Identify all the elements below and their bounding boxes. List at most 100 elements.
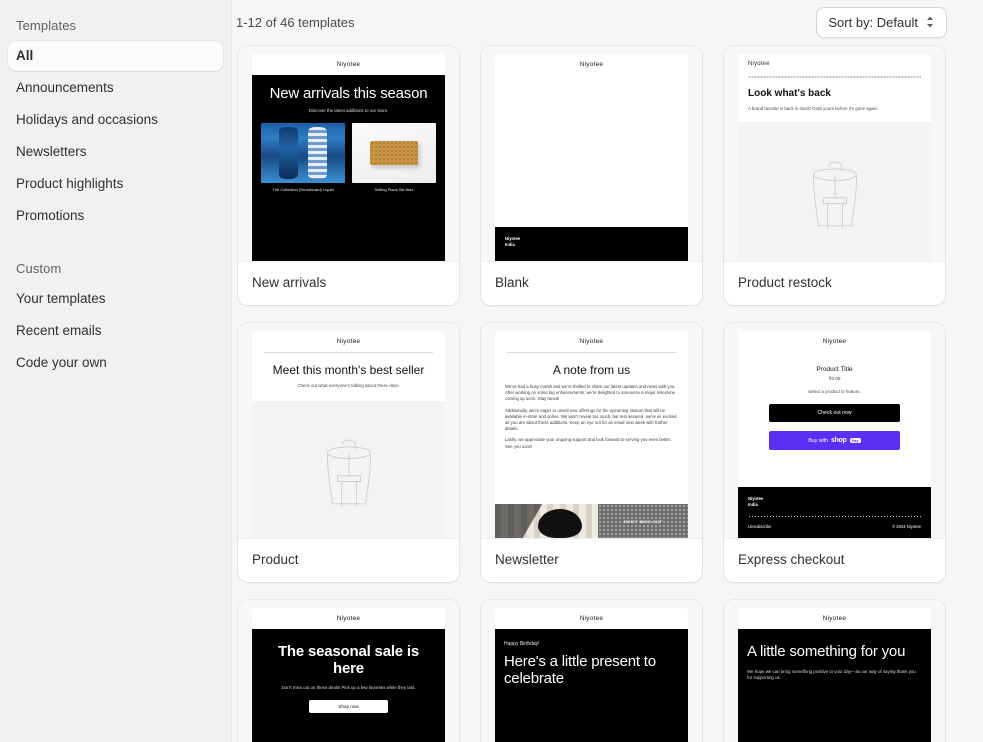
footer-country: India [505, 242, 515, 247]
product-price: ₹0.00 [828, 376, 841, 381]
product-title: Product Title [816, 366, 853, 373]
email-paragraph: Lastly, we appreciate your ongoing suppo… [505, 437, 672, 449]
email-subtext: Check out what everyone's talking about … [297, 383, 400, 388]
email-paragraph: Additionally, we're eager to unveil new … [505, 407, 677, 432]
template-title: Product [238, 538, 459, 582]
email-product: Selling Plans Ski Wax [352, 123, 436, 192]
email-subtext: Discover the latest additions to our sto… [308, 108, 389, 113]
product-sketch [252, 401, 445, 538]
sidebar-item-label: Announcements [16, 80, 114, 95]
sort-by-button[interactable]: Sort by: Default [816, 6, 947, 38]
sidebar-heading-custom: Custom [16, 261, 62, 276]
sidebar-item-label: All [16, 48, 34, 63]
template-preview: Niyotee Happy Birthday! Here's a little … [481, 600, 702, 742]
chevron-up-down-icon [925, 15, 935, 29]
sidebar: Templates All Announcements Holidays and… [0, 0, 232, 742]
template-card-newsletter[interactable]: Niyotee A note from us We've had a busy … [481, 323, 702, 582]
sidebar-item-label: Recent emails [16, 323, 102, 338]
email-brand: Niyotee [579, 615, 604, 622]
template-title: Newsletter [481, 538, 702, 582]
template-preview: Niyotee Meet this month's best seller Ch… [238, 323, 459, 538]
template-card-little-something[interactable]: Niyotee A little something for you We ho… [724, 600, 945, 742]
email-paragraph: We've had a busy month and we're thrille… [505, 384, 676, 402]
sidebar-item-label: Holidays and occasions [16, 112, 158, 127]
sort-by-label: Sort by: Default [828, 14, 918, 30]
sidebar-item-label: Newsletters [16, 144, 87, 159]
cake-illustration [504, 687, 679, 742]
checkout-button[interactable]: Check out now [768, 404, 901, 422]
template-card-product[interactable]: Niyotee Meet this month's best seller Ch… [238, 323, 459, 582]
template-title: Product restock [724, 261, 945, 305]
snowboard-image [261, 123, 345, 183]
template-card-blank[interactable]: Niyotee Niyotee India Blank [481, 46, 702, 305]
email-heading: Look what's back [748, 88, 831, 99]
product-sketch [738, 122, 931, 261]
email-heading: A little something for you [747, 643, 906, 660]
pay-badge: Pay [849, 438, 861, 443]
sidebar-item-code-your-own[interactable]: Code your own [8, 348, 223, 378]
sidebar-item-holidays-and-occasions[interactable]: Holidays and occasions [8, 105, 223, 135]
template-card-product-restock[interactable]: Niyotee Look what's back A brand favorit… [724, 46, 945, 305]
lifestyle-photo [495, 504, 599, 538]
email-product: The Collection (Snowboard) Liquid [261, 123, 345, 192]
email-subtext: We hope we can bring something positive … [747, 669, 916, 680]
sidebar-item-label: Product highlights [16, 176, 124, 191]
footer-country: India [748, 502, 758, 507]
sidebar-item-recent-emails[interactable]: Recent emails [8, 316, 223, 346]
divider-dotted [748, 76, 921, 78]
templates-page: Templates All Announcements Holidays and… [0, 0, 983, 742]
banner-callout: DON'T MISS OUT [598, 504, 688, 538]
template-card-new-arrivals[interactable]: Niyotee New arrivals this season Discove… [238, 46, 459, 305]
sidebar-item-all[interactable]: All [8, 41, 223, 71]
email-brand: Niyotee [822, 615, 847, 622]
email-footer: Niyotee India Unsubscribe © 2024 Niyotee [738, 487, 931, 538]
footer-divider [748, 516, 921, 517]
email-brand: Niyotee [579, 61, 604, 68]
template-preview: Niyotee Look what's back A brand favorit… [724, 46, 945, 261]
template-card-express-checkout[interactable]: Niyotee Product Title ₹0.00 Select a pro… [724, 323, 945, 582]
sidebar-heading-templates: Templates [16, 18, 77, 33]
results-count: 1-12 of 46 templates [236, 14, 355, 30]
email-heading: A note from us [552, 363, 631, 377]
product-caption: The Collection (Snowboard) Liquid [272, 187, 334, 192]
template-card-birthday[interactable]: Niyotee Happy Birthday! Here's a little … [481, 600, 702, 742]
email-brand: Niyotee [336, 338, 361, 345]
banner-text: DON'T MISS OUT [623, 518, 663, 524]
sidebar-item-product-highlights[interactable]: Product highlights [8, 169, 223, 199]
sidebar-item-newsletters[interactable]: Newsletters [8, 137, 223, 167]
unsubscribe-link[interactable]: Unsubscribe [748, 524, 771, 529]
template-preview: Niyotee A little something for you We ho… [724, 600, 945, 742]
divider-line [264, 352, 433, 353]
email-heading: The seasonal sale is here [277, 643, 420, 677]
sidebar-item-promotions[interactable]: Promotions [8, 201, 223, 231]
main-content: 1-12 of 46 templates Sort by: Default Ni… [232, 0, 983, 742]
email-brand: Niyotee [748, 61, 770, 67]
sidebar-item-label: Code your own [16, 355, 107, 370]
shop-wordmark: shop [830, 437, 847, 444]
product-caption: Selling Plans Ski Wax [374, 187, 414, 192]
shop-now-button[interactable]: Shop now [309, 700, 388, 713]
template-preview: Niyotee New arrivals this season Discove… [238, 46, 459, 261]
sidebar-item-announcements[interactable]: Announcements [8, 73, 223, 103]
email-footer: Niyotee India [495, 227, 688, 261]
template-preview: Niyotee The seasonal sale is here Don't … [238, 600, 459, 742]
email-heading: Meet this month's best seller [272, 363, 425, 377]
email-brand: Niyotee [822, 338, 847, 345]
shop-pay-prefix: Buy with [808, 437, 828, 444]
sidebar-item-your-templates[interactable]: Your templates [8, 284, 223, 314]
sidebar-item-label: Your templates [16, 291, 106, 306]
shop-pay-button[interactable]: Buy with shop Pay [768, 431, 901, 450]
copyright: © 2024 Niyotee [892, 524, 921, 529]
divider-line [507, 352, 676, 353]
email-banner: DON'T MISS OUT [495, 504, 688, 538]
email-product-row: The Collection (Snowboard) Liquid Sellin… [261, 123, 436, 192]
email-heading: New arrivals this season [269, 85, 428, 102]
email-eyebrow: Happy Birthday! [504, 641, 540, 647]
template-card-seasonal-sale[interactable]: Niyotee The seasonal sale is here Don't … [238, 600, 459, 742]
template-title: Express checkout [724, 538, 945, 582]
email-subtext: Don't miss out on these deals! Pick up a… [281, 685, 416, 690]
email-heading: Here's a little present to celebrate [504, 653, 656, 687]
email-brand: Niyotee [336, 61, 361, 68]
template-title: Blank [481, 261, 702, 305]
email-brand: Niyotee [579, 338, 604, 345]
